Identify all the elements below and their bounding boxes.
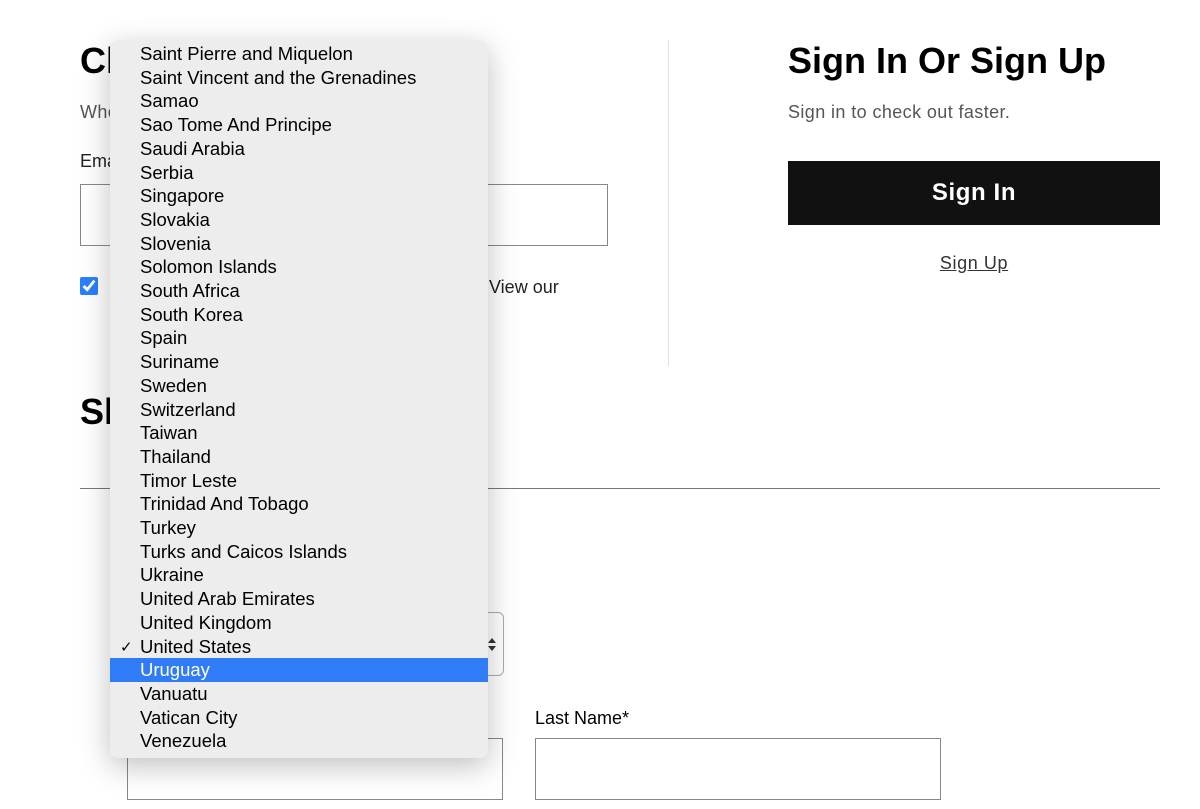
country-option[interactable]: Slovakia: [110, 208, 488, 232]
country-option-label: Turks and Caicos Islands: [140, 541, 347, 562]
country-option[interactable]: Suriname: [110, 350, 488, 374]
country-option-label: South Africa: [140, 280, 240, 301]
country-option[interactable]: Singapore: [110, 184, 488, 208]
country-option-label: Solomon Islands: [140, 256, 277, 277]
sign-in-button[interactable]: Sign In: [788, 161, 1160, 225]
country-option[interactable]: Saint Pierre and Miquelon: [110, 42, 488, 66]
country-option[interactable]: Taiwan: [110, 421, 488, 445]
country-option-label: Vatican City: [140, 707, 237, 728]
country-option-label: Timor Leste: [140, 470, 237, 491]
last-name-label: Last Name*: [535, 708, 629, 729]
country-option-label: Slovenia: [140, 233, 211, 254]
country-option[interactable]: Solomon Islands: [110, 255, 488, 279]
country-option[interactable]: Trinidad And Tobago: [110, 492, 488, 516]
country-option-label: Trinidad And Tobago: [140, 493, 309, 514]
country-option[interactable]: Venezuela: [110, 729, 488, 753]
country-option-label: Serbia: [140, 162, 193, 183]
country-option[interactable]: Saint Vincent and the Grenadines: [110, 66, 488, 90]
country-option-label: United Arab Emirates: [140, 588, 315, 609]
country-option-label: Saint Vincent and the Grenadines: [140, 67, 416, 88]
country-option-label: Turkey: [140, 517, 196, 538]
country-option[interactable]: Turkey: [110, 516, 488, 540]
country-option[interactable]: Sao Tome And Principe: [110, 113, 488, 137]
country-option-label: Singapore: [140, 185, 224, 206]
checkmark-icon: ✓: [120, 636, 133, 660]
auth-subtext: Sign in to check out faster.: [788, 102, 1160, 123]
chevron-up-icon: [488, 638, 496, 643]
country-option-label: Sweden: [140, 375, 207, 396]
country-option-label: United Kingdom: [140, 612, 272, 633]
country-option[interactable]: United Kingdom: [110, 611, 488, 635]
country-dropdown[interactable]: Saint Pierre and Miquelon Saint Vincent a…: [110, 40, 488, 758]
country-option[interactable]: Uruguay: [110, 658, 488, 682]
auth-heading: Sign In Or Sign Up: [788, 40, 1160, 82]
country-option[interactable]: Thailand: [110, 445, 488, 469]
country-option[interactable]: Turks and Caicos Islands: [110, 540, 488, 564]
country-option-label: Samao: [140, 90, 199, 111]
country-option[interactable]: Serbia: [110, 161, 488, 185]
sign-up-link[interactable]: Sign Up: [788, 253, 1160, 274]
country-option[interactable]: United Arab Emirates: [110, 587, 488, 611]
country-option[interactable]: Sweden: [110, 374, 488, 398]
country-option-label: Uruguay: [140, 659, 210, 680]
country-option-label: Sao Tome And Principe: [140, 114, 332, 135]
country-option-label: Switzerland: [140, 399, 236, 420]
country-option[interactable]: ✓ United States: [110, 635, 488, 659]
country-dropdown-list: Saint Pierre and Miquelon Saint Vincent a…: [110, 42, 488, 753]
country-option[interactable]: Ukraine: [110, 563, 488, 587]
country-option[interactable]: Timor Leste: [110, 469, 488, 493]
country-option-label: Slovakia: [140, 209, 210, 230]
country-option[interactable]: South Africa: [110, 279, 488, 303]
country-option[interactable]: Saudi Arabia: [110, 137, 488, 161]
last-name-input[interactable]: [535, 738, 941, 800]
country-option-label: United States: [140, 636, 251, 657]
chevron-down-icon: [488, 646, 496, 651]
country-option[interactable]: Vanuatu: [110, 682, 488, 706]
country-option-label: Taiwan: [140, 422, 198, 443]
newsletter-checkbox[interactable]: [80, 277, 98, 295]
country-option[interactable]: South Korea: [110, 303, 488, 327]
country-option-label: Suriname: [140, 351, 219, 372]
country-option-label: South Korea: [140, 304, 243, 325]
country-option[interactable]: Switzerland: [110, 398, 488, 422]
country-option[interactable]: Samao: [110, 89, 488, 113]
country-option-label: Spain: [140, 327, 187, 348]
country-option-label: Saudi Arabia: [140, 138, 245, 159]
country-option[interactable]: Spain: [110, 326, 488, 350]
country-option[interactable]: Vatican City: [110, 706, 488, 730]
country-option-label: Venezuela: [140, 730, 226, 751]
country-option-label: Vanuatu: [140, 683, 208, 704]
country-option-label: Thailand: [140, 446, 211, 467]
country-option[interactable]: Slovenia: [110, 232, 488, 256]
country-option-label: Ukraine: [140, 564, 204, 585]
vertical-divider: [668, 40, 669, 366]
country-option-label: Saint Pierre and Miquelon: [140, 43, 353, 64]
